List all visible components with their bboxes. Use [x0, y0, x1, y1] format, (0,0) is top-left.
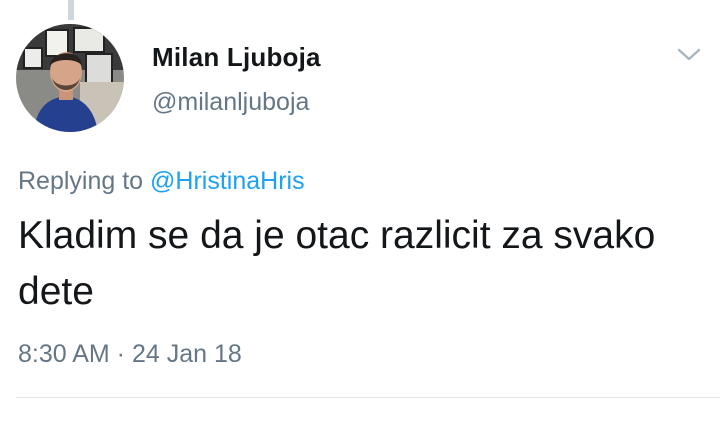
chevron-down-icon[interactable]	[676, 46, 702, 64]
author-display-name[interactable]: Milan Ljuboja	[152, 42, 321, 73]
author-handle[interactable]: @milanljuboja	[152, 88, 309, 117]
reply-context-label: Replying to	[18, 167, 144, 195]
reply-context: Replying to @HristinaHris	[18, 167, 305, 196]
divider	[16, 397, 720, 398]
avatar-photo	[16, 24, 124, 132]
tweet-timestamp[interactable]: 8:30 AM · 24 Jan 18	[18, 340, 242, 369]
thread-connector-line	[68, 0, 74, 20]
tweet-text: Kladim se da je otac razlicit za svako d…	[18, 214, 656, 313]
avatar[interactable]	[16, 24, 124, 132]
reply-mention-link[interactable]: @HristinaHris	[150, 167, 305, 195]
